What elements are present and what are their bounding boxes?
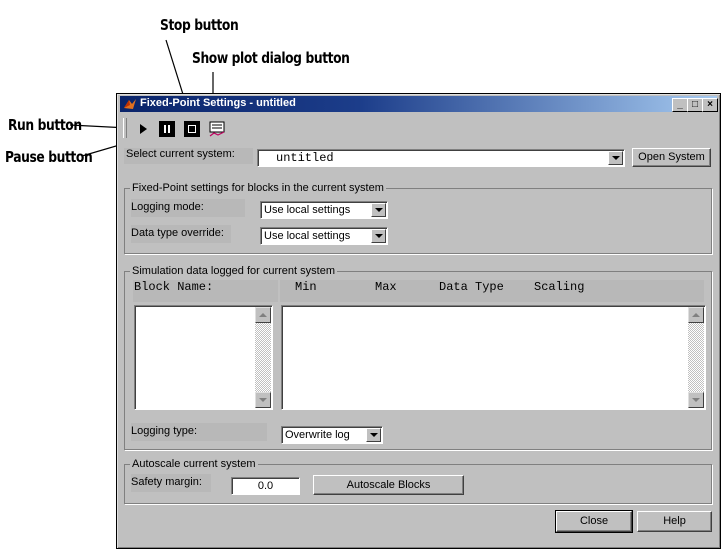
- logging-mode-label: Logging mode:: [131, 199, 245, 217]
- autoscale-blocks-button[interactable]: Autoscale Blocks: [313, 475, 464, 495]
- stop-button[interactable]: [183, 120, 201, 138]
- scroll-up-button[interactable]: [688, 307, 704, 323]
- matlab-icon: [124, 99, 136, 109]
- title-bar[interactable]: Fixed-Point Settings - untitled _ □ ×: [120, 96, 718, 112]
- chevron-down-icon[interactable]: [608, 151, 623, 165]
- data-type-override-label: Data type override:: [131, 225, 231, 243]
- col-min: Min: [295, 280, 317, 294]
- show-plot-dialog-button[interactable]: [208, 120, 226, 138]
- toolbar-grip: [123, 118, 127, 138]
- data-list-scrollbar[interactable]: [688, 307, 704, 408]
- column-headers: Min Max Data Type Scaling: [280, 280, 704, 302]
- logging-mode-select[interactable]: Use local settings: [260, 201, 388, 219]
- close-button[interactable]: Close: [555, 510, 633, 533]
- data-type-override-select[interactable]: Use local settings: [260, 227, 388, 245]
- panel-title: Fixed-Point settings for blocks in the c…: [130, 182, 386, 194]
- chevron-down-icon[interactable]: [371, 229, 386, 243]
- window-title: Fixed-Point Settings - untitled: [140, 97, 296, 109]
- simulation-data-panel: Simulation data logged for current syste…: [124, 265, 712, 450]
- open-system-button[interactable]: Open System: [632, 148, 711, 167]
- run-button[interactable]: [134, 120, 152, 138]
- pause-icon: [159, 121, 175, 137]
- logging-type-select[interactable]: Overwrite log: [281, 426, 383, 444]
- callout-run: Run button: [8, 116, 82, 134]
- fixed-point-settings-panel: Fixed-Point settings for blocks in the c…: [124, 182, 712, 254]
- block-name-header: Block Name:: [133, 280, 278, 302]
- chevron-down-icon[interactable]: [371, 203, 386, 217]
- minimize-button[interactable]: _: [672, 98, 688, 112]
- plot-dialog-icon: [209, 121, 225, 133]
- logging-type-label: Logging type:: [131, 423, 267, 441]
- col-scaling: Scaling: [534, 280, 585, 294]
- block-name-list[interactable]: [134, 305, 273, 410]
- close-window-button[interactable]: ×: [702, 98, 718, 112]
- safety-margin-label: Safety margin:: [131, 474, 211, 492]
- callout-show-plot: Show plot dialog button: [192, 49, 350, 67]
- callout-stop: Stop button: [160, 16, 239, 34]
- callout-pause: Pause button: [5, 148, 93, 166]
- safety-margin-input[interactable]: 0.0: [231, 477, 300, 495]
- col-max: Max: [375, 280, 397, 294]
- pause-button[interactable]: [158, 120, 176, 138]
- col-data-type: Data Type: [439, 280, 504, 294]
- scroll-up-button[interactable]: [255, 307, 271, 323]
- panel-title: Simulation data logged for current syste…: [130, 265, 337, 277]
- play-icon: [140, 124, 147, 134]
- select-system-label: Select current system:: [124, 148, 253, 164]
- scroll-down-button[interactable]: [688, 392, 704, 408]
- panel-title: Autoscale current system: [130, 458, 258, 470]
- logged-data-list[interactable]: [281, 305, 706, 410]
- fixed-point-settings-window: Fixed-Point Settings - untitled _ □ × Se…: [116, 93, 721, 549]
- chevron-down-icon[interactable]: [366, 428, 381, 442]
- block-list-scrollbar[interactable]: [255, 307, 271, 408]
- maximize-button[interactable]: □: [687, 98, 703, 112]
- scroll-down-button[interactable]: [255, 392, 271, 408]
- system-select[interactable]: untitled: [257, 149, 625, 167]
- autoscale-panel: Autoscale current system Safety margin: …: [124, 458, 712, 504]
- help-button[interactable]: Help: [637, 511, 712, 532]
